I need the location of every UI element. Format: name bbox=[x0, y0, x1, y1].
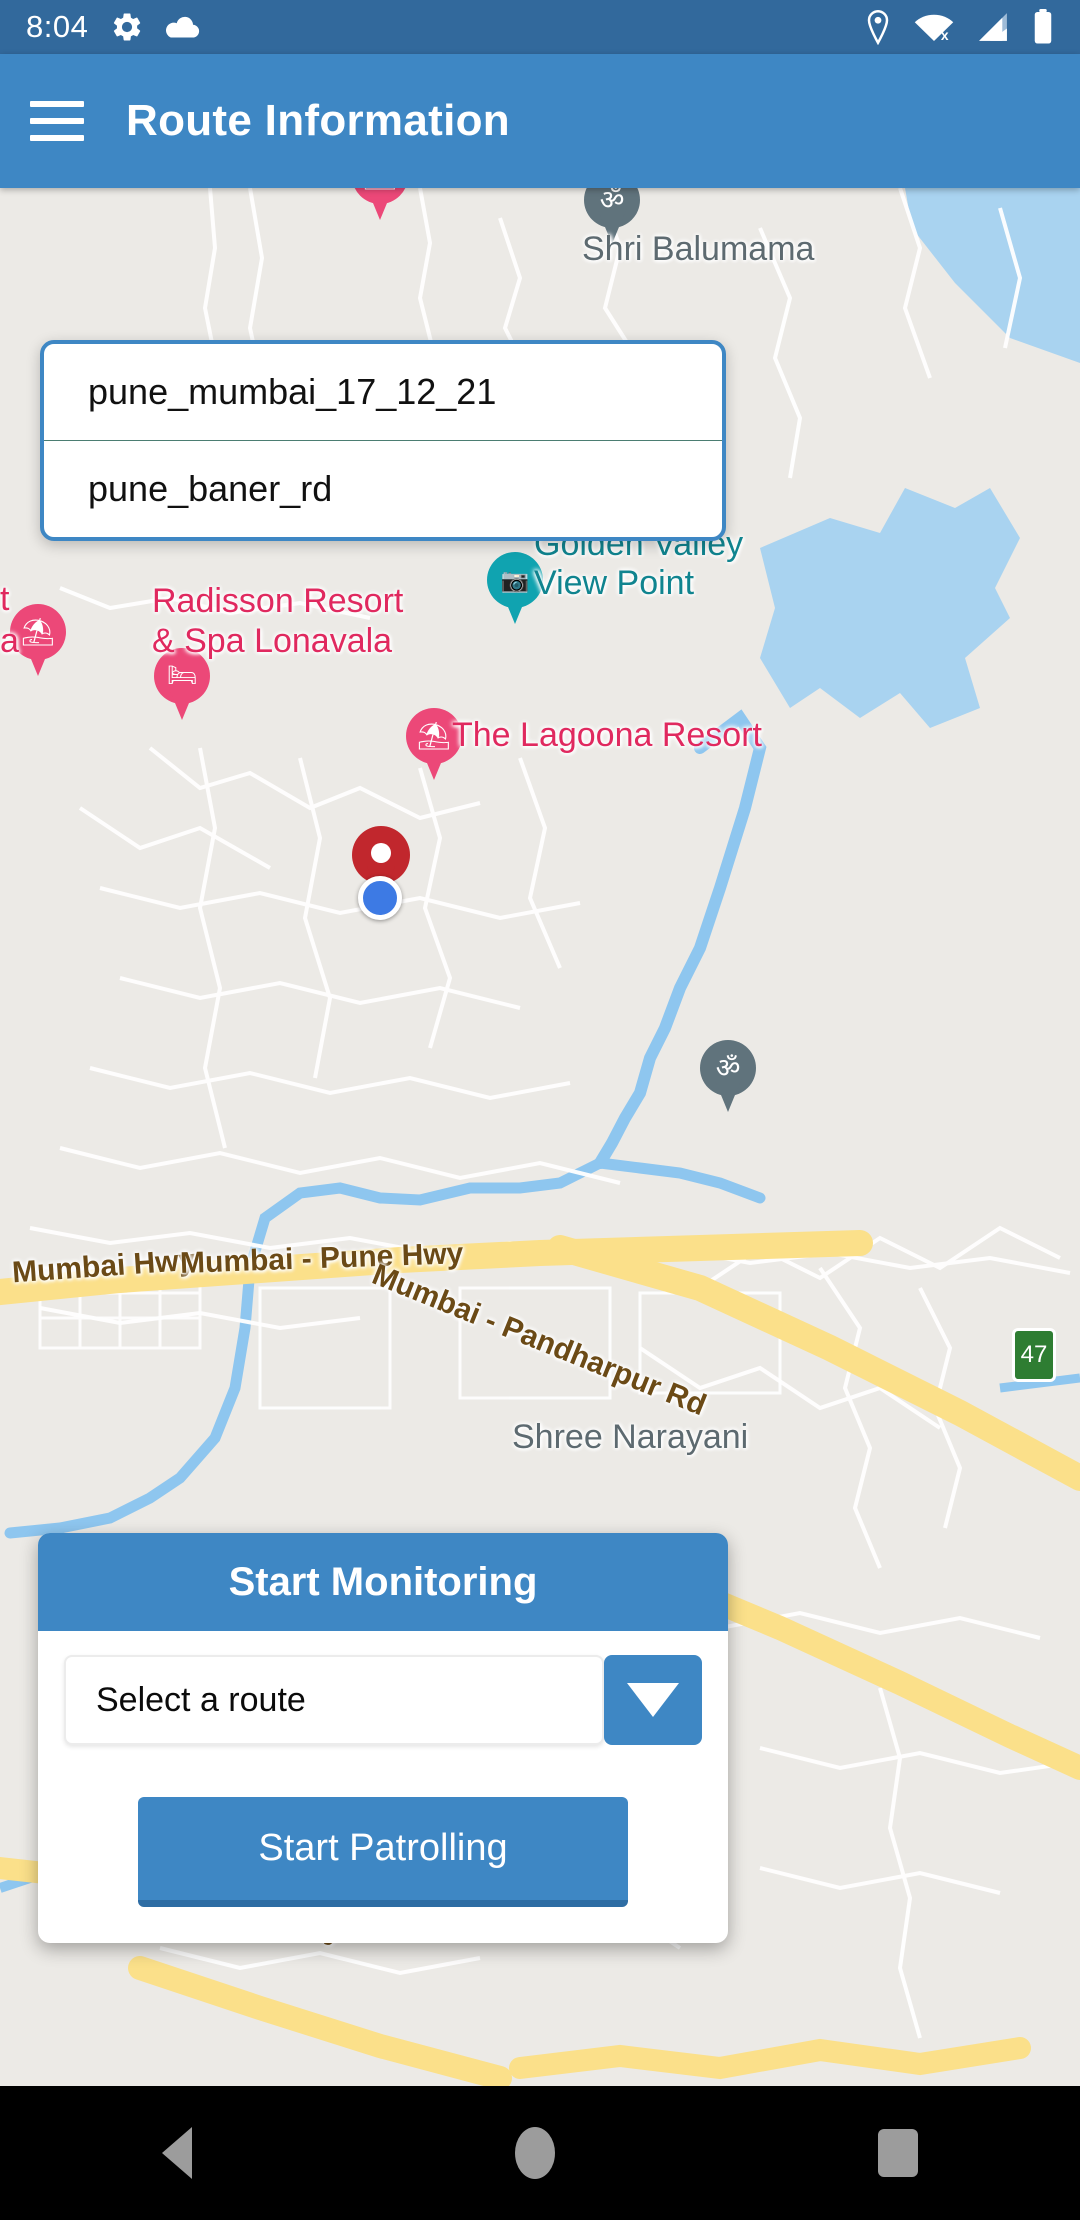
route-dropdown-list[interactable]: pune_mumbai_17_12_21 pune_baner_rd bbox=[40, 340, 726, 541]
android-navigation-bar bbox=[0, 2086, 1080, 2220]
route-select-value: Select a route bbox=[96, 1680, 306, 1719]
status-bar-notification-icons bbox=[110, 10, 200, 44]
umbrella-icon: ⛱ bbox=[352, 188, 408, 198]
route-select-input[interactable]: Select a route bbox=[64, 1655, 604, 1745]
card-title: Start Monitoring bbox=[228, 1559, 538, 1604]
map-label-radisson-line1: Radisson Resort bbox=[152, 582, 404, 620]
route-select-row: Select a route bbox=[64, 1655, 702, 1745]
map-label-partial-a: a bbox=[0, 622, 19, 660]
page-title: Route Information bbox=[126, 96, 510, 145]
home-button[interactable] bbox=[514, 2127, 555, 2179]
gear-icon bbox=[114, 13, 141, 41]
map-label-shri-balumama: Shri Balumama bbox=[582, 230, 815, 268]
recents-button[interactable] bbox=[878, 2129, 919, 2177]
status-bar-system-icons: x bbox=[864, 9, 1054, 45]
map-label-shree-narayani: Shree Narayani bbox=[512, 1418, 749, 1456]
om-icon: ॐ bbox=[599, 188, 625, 215]
cloud-icon bbox=[166, 16, 200, 38]
phone-screen: 8:04 x Route Information ॐ ⛱ 🛏 📷 ⛱ ॐ 47 … bbox=[0, 0, 1080, 2220]
current-location-dot[interactable] bbox=[358, 876, 402, 920]
start-monitoring-card: Start Monitoring Select a route Start Pa… bbox=[38, 1533, 728, 1943]
wifi-off-icon: x bbox=[914, 14, 954, 43]
temple-pin-right[interactable]: ॐ bbox=[700, 1040, 756, 1114]
chevron-down-icon[interactable] bbox=[604, 1655, 702, 1745]
map-label-golden-valley-line2: View Point bbox=[534, 564, 695, 602]
hamburger-menu-icon[interactable] bbox=[26, 95, 88, 147]
primary-action-row: Start Patrolling bbox=[64, 1797, 702, 1907]
map-label-radisson-line2: & Spa Lonavala bbox=[152, 622, 393, 660]
back-button[interactable] bbox=[161, 2127, 192, 2179]
app-bar: Route Information bbox=[0, 54, 1080, 188]
svg-text:x: x bbox=[941, 27, 949, 43]
location-icon bbox=[867, 10, 889, 45]
card-header: Start Monitoring bbox=[38, 1533, 728, 1631]
dropdown-option-0[interactable]: pune_mumbai_17_12_21 bbox=[44, 344, 722, 440]
battery-icon bbox=[1034, 9, 1052, 44]
map-label-partial-t: t bbox=[0, 580, 10, 618]
status-bar-clock: 8:04 bbox=[26, 9, 89, 44]
card-body: Select a route Start Patrolling bbox=[38, 1631, 728, 1943]
signal-icon bbox=[979, 13, 1007, 41]
status-bar: 8:04 x bbox=[0, 0, 1080, 54]
map-label-lagoona-resort: The Lagoona Resort bbox=[452, 716, 762, 754]
caret-shape bbox=[627, 1683, 679, 1717]
start-patrolling-button[interactable]: Start Patrolling bbox=[138, 1797, 628, 1907]
highway-shield-47: 47 bbox=[1012, 1328, 1056, 1382]
om-icon: ॐ bbox=[715, 1053, 741, 1083]
resort-pin-top[interactable]: ⛱ bbox=[352, 188, 408, 222]
dropdown-option-1[interactable]: pune_baner_rd bbox=[44, 441, 722, 537]
